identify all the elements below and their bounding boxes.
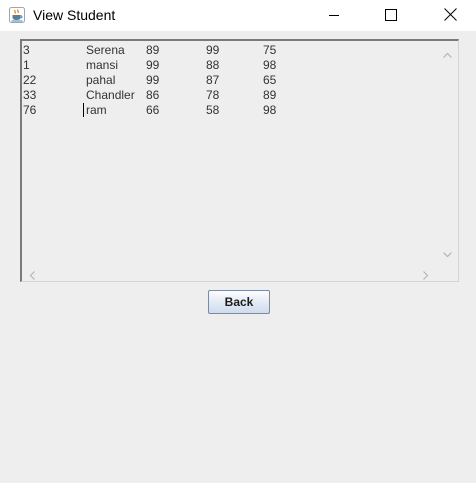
student-mark-2: 58 bbox=[206, 103, 220, 117]
minimize-button[interactable] bbox=[311, 0, 357, 31]
scroll-left-icon[interactable] bbox=[27, 266, 38, 280]
title-bar: View Student bbox=[0, 0, 476, 31]
record-row: 22 pahal 99 87 65 bbox=[22, 73, 436, 88]
student-name: pahal bbox=[86, 73, 116, 87]
student-name: mansi bbox=[86, 58, 119, 72]
student-mark-1: 99 bbox=[146, 73, 160, 87]
student-mark-3: 75 bbox=[263, 43, 277, 57]
close-icon bbox=[443, 6, 457, 25]
student-mark-3: 98 bbox=[263, 103, 277, 117]
student-id: 76 bbox=[23, 103, 37, 117]
student-mark-2: 99 bbox=[206, 43, 220, 57]
student-mark-3: 65 bbox=[263, 73, 277, 87]
student-mark-1: 99 bbox=[146, 58, 160, 72]
student-mark-2: 78 bbox=[206, 88, 220, 102]
record-row: 33 Chandler 86 78 89 bbox=[22, 88, 436, 103]
maximize-button[interactable] bbox=[368, 0, 414, 31]
back-button[interactable]: Back bbox=[208, 290, 270, 314]
scrollbar-corner bbox=[438, 262, 457, 280]
student-id: 3 bbox=[23, 43, 30, 57]
close-button[interactable] bbox=[427, 0, 473, 31]
student-name: Serena bbox=[86, 43, 125, 57]
record-row: 1 mansi 99 88 98 bbox=[22, 58, 436, 73]
student-id: 22 bbox=[23, 73, 37, 87]
student-mark-2: 87 bbox=[206, 73, 220, 87]
student-id: 1 bbox=[23, 58, 30, 72]
scroll-right-icon[interactable] bbox=[420, 266, 431, 280]
student-mark-1: 86 bbox=[146, 88, 160, 102]
maximize-icon bbox=[385, 6, 397, 25]
student-records-textarea[interactable]: 3 Serena 89 99 75 1 mansi 99 88 98 22 pa… bbox=[22, 41, 436, 262]
student-name: ram bbox=[86, 103, 107, 117]
window-title: View Student bbox=[33, 7, 116, 23]
vertical-scrollbar[interactable] bbox=[438, 41, 457, 262]
student-mark-1: 89 bbox=[146, 43, 160, 57]
student-mark-3: 89 bbox=[263, 88, 277, 102]
scroll-down-icon[interactable] bbox=[442, 245, 453, 258]
text-caret bbox=[83, 103, 84, 117]
student-mark-1: 66 bbox=[146, 103, 160, 117]
student-list-scrollpane[interactable]: 3 Serena 89 99 75 1 mansi 99 88 98 22 pa… bbox=[20, 39, 459, 282]
java-cup-icon bbox=[9, 7, 25, 23]
student-id: 33 bbox=[23, 88, 37, 102]
record-row: 3 Serena 89 99 75 bbox=[22, 43, 436, 58]
student-name: Chandler bbox=[86, 88, 135, 102]
minimize-icon bbox=[328, 6, 340, 25]
student-mark-2: 88 bbox=[206, 58, 220, 72]
student-mark-3: 98 bbox=[263, 58, 277, 72]
horizontal-scrollbar[interactable] bbox=[22, 262, 438, 280]
record-row: 76 ram 66 58 98 bbox=[22, 103, 436, 118]
scroll-up-icon[interactable] bbox=[442, 46, 453, 58]
